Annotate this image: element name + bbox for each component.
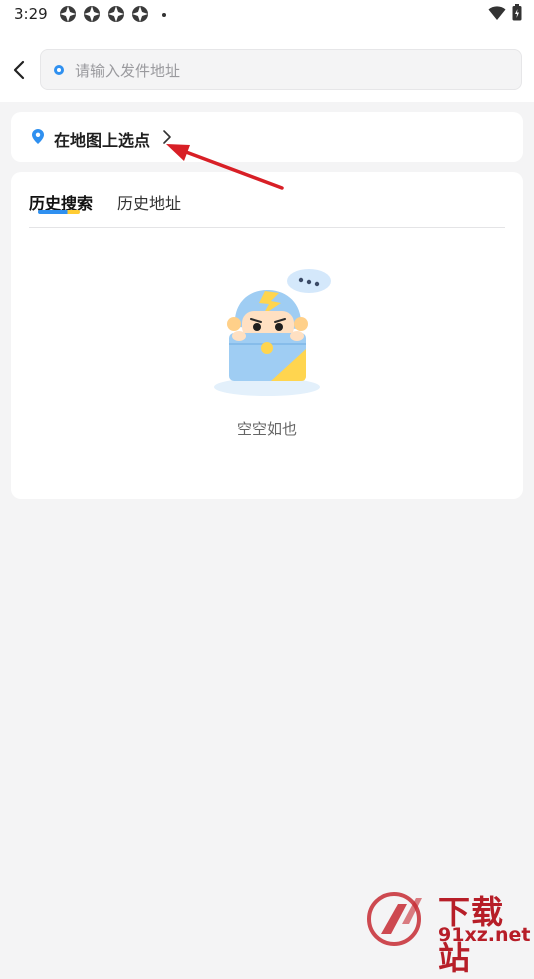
active-tab-indicator [38, 210, 80, 214]
address-search-input[interactable] [73, 56, 507, 86]
status-time: 3:29 [14, 5, 48, 23]
app-notification-icon [84, 6, 100, 22]
wifi-icon [488, 5, 506, 20]
top-bar: 3:29 [0, 0, 534, 102]
back-button[interactable] [8, 58, 32, 82]
select-on-map-label: 在地图上选点 [54, 131, 151, 150]
notification-icons [59, 5, 149, 23]
more-notifications-dot-icon [162, 13, 166, 17]
location-dot-icon [54, 65, 64, 75]
app-notification-icon [60, 6, 76, 22]
select-on-map-button[interactable]: 在地图上选点 [11, 112, 523, 162]
history-panel: 历史搜索 历史地址 空空如也 [11, 172, 523, 499]
chevron-left-icon [13, 60, 25, 80]
system-icons [488, 4, 522, 21]
status-bar: 3:29 [0, 0, 534, 30]
app-notification-icon [108, 6, 124, 22]
app-notification-icon [132, 6, 148, 22]
map-pin-icon [32, 129, 44, 144]
empty-state-text: 空空如也 [236, 420, 297, 438]
empty-mascot-icon [214, 269, 331, 396]
tab-history-address[interactable]: 历史地址 [117, 190, 181, 214]
search-bar[interactable] [40, 49, 522, 90]
chevron-right-icon [163, 130, 171, 144]
watermark-brand-en: 91xz.net [438, 924, 531, 946]
tab-divider [29, 227, 505, 228]
battery-icon [512, 4, 522, 21]
